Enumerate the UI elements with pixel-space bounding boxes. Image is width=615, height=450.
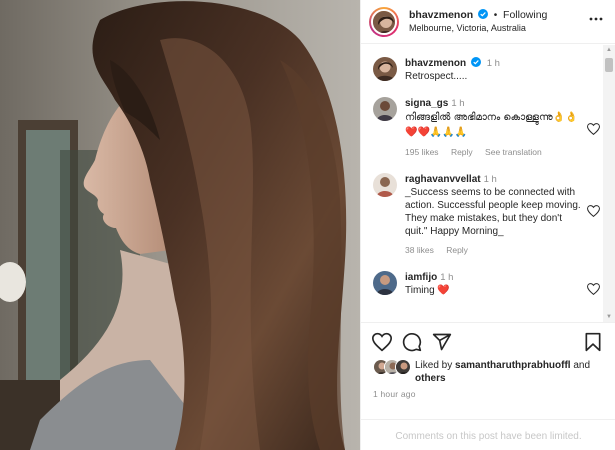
comments-scrollbar[interactable]: ▲ ▼ <box>603 45 615 322</box>
heart-icon[interactable] <box>587 205 600 217</box>
liked-by-prefix: Liked by <box>415 360 453 371</box>
liked-by-row: Liked by samantharuthprabhuoffl and othe… <box>361 359 615 385</box>
liked-by-others[interactable]: others <box>415 373 446 384</box>
post-location[interactable]: Melbourne, Victoria, Australia <box>409 22 547 35</box>
post-side-panel: bhavzmenon • Following Melbourne, Victor… <box>360 0 615 450</box>
reply-button[interactable]: Reply <box>451 147 473 157</box>
liked-by-user[interactable]: samantharuthprabhuoffl <box>455 360 571 371</box>
header-text: bhavzmenon • Following Melbourne, Victor… <box>409 8 547 35</box>
liked-by-text: Liked by samantharuthprabhuoffl and othe… <box>415 359 615 385</box>
comment-likes[interactable]: 195 likes <box>405 147 439 157</box>
comment-icon[interactable] <box>402 332 422 352</box>
verified-icon <box>477 8 488 19</box>
liked-avatars[interactable] <box>373 359 413 375</box>
scrollbar-thumb[interactable] <box>605 58 613 72</box>
caption-username[interactable]: bhavzmenon <box>405 58 466 69</box>
caption-text: Retrospect..... <box>405 71 468 82</box>
comment-time[interactable]: 1 h <box>484 174 497 185</box>
see-translation-button[interactable]: See translation <box>485 147 542 157</box>
commenter-avatar[interactable] <box>373 173 397 197</box>
comment-item: signa_gs 1 h നിങ്ങളിൽ അഭിമാനം കൊള്ളുന്നു👌… <box>361 97 615 159</box>
following-button[interactable]: Following <box>503 9 547 21</box>
heart-icon[interactable] <box>587 123 600 135</box>
caption-time[interactable]: 1 h <box>487 58 500 69</box>
comment-text: നിങ്ങളിൽ അഭിമാനം കൊള്ളുന്നു👌👌❤️❤️🙏🙏🙏 <box>405 112 578 138</box>
author-avatar[interactable] <box>373 57 397 81</box>
commenter-avatar[interactable] <box>373 97 397 121</box>
author-avatar[interactable] <box>371 8 397 35</box>
header-separator: • <box>493 9 498 21</box>
caption-body: bhavzmenon 1 h Retrospect..... <box>405 57 500 83</box>
post-photo[interactable] <box>0 0 360 450</box>
heart-icon[interactable] <box>587 283 600 295</box>
author-username[interactable]: bhavzmenon <box>409 9 473 21</box>
commenter-avatar[interactable] <box>373 271 397 295</box>
post-timestamp[interactable]: 1 hour ago <box>361 389 615 399</box>
post-actions: Liked by samantharuthprabhuoffl and othe… <box>361 322 615 450</box>
comment-item: raghavanvvellat 1 h _Success seems to be … <box>361 173 615 257</box>
comments-list[interactable]: bhavzmenon 1 h Retrospect..... signa_gs 1… <box>361 45 615 322</box>
comment-time[interactable]: 1 h <box>451 98 464 109</box>
story-ring[interactable] <box>369 6 399 37</box>
scroll-down-arrow-icon[interactable]: ▼ <box>603 312 615 322</box>
liker-avatar <box>395 359 411 375</box>
comment-body: raghavanvvellat 1 h _Success seems to be … <box>405 173 582 257</box>
comment-meta: 38 likes Reply <box>405 244 582 257</box>
caption-item: bhavzmenon 1 h Retrospect..... <box>361 57 615 83</box>
comment-body: signa_gs 1 h നിങ്ങളിൽ അഭിമാനം കൊള്ളുന്നു👌… <box>405 97 582 159</box>
post-header: bhavzmenon • Following Melbourne, Victor… <box>361 0 615 44</box>
scroll-up-arrow-icon[interactable]: ▲ <box>603 45 615 55</box>
comment-text: _Success seems to be connected with acti… <box>405 187 581 237</box>
comment-meta: 195 likes Reply See translation <box>405 146 582 159</box>
instagram-post-view: bhavzmenon • Following Melbourne, Victor… <box>0 0 615 450</box>
comment-username[interactable]: iamfijo <box>405 272 437 283</box>
bookmark-icon[interactable] <box>583 332 603 352</box>
comment-username[interactable]: raghavanvvellat <box>405 174 481 185</box>
comment-likes[interactable]: 38 likes <box>405 245 434 255</box>
comment-item: iamfijo 1 h Timing ❤️ <box>361 271 615 297</box>
share-icon[interactable] <box>432 332 452 352</box>
reply-button[interactable]: Reply <box>446 245 468 255</box>
heart-icon[interactable] <box>372 332 392 352</box>
liked-by-and: and <box>573 360 591 371</box>
action-icons <box>361 323 615 359</box>
comment-time[interactable]: 1 h <box>440 272 453 283</box>
comment-username[interactable]: signa_gs <box>405 98 448 109</box>
more-options-icon[interactable] <box>589 12 603 26</box>
comment-text: Timing ❤️ <box>405 285 450 296</box>
comment-body: iamfijo 1 h Timing ❤️ <box>405 271 453 297</box>
verified-icon <box>470 57 481 67</box>
comments-limited-notice: Comments on this post have been limited. <box>361 419 615 450</box>
